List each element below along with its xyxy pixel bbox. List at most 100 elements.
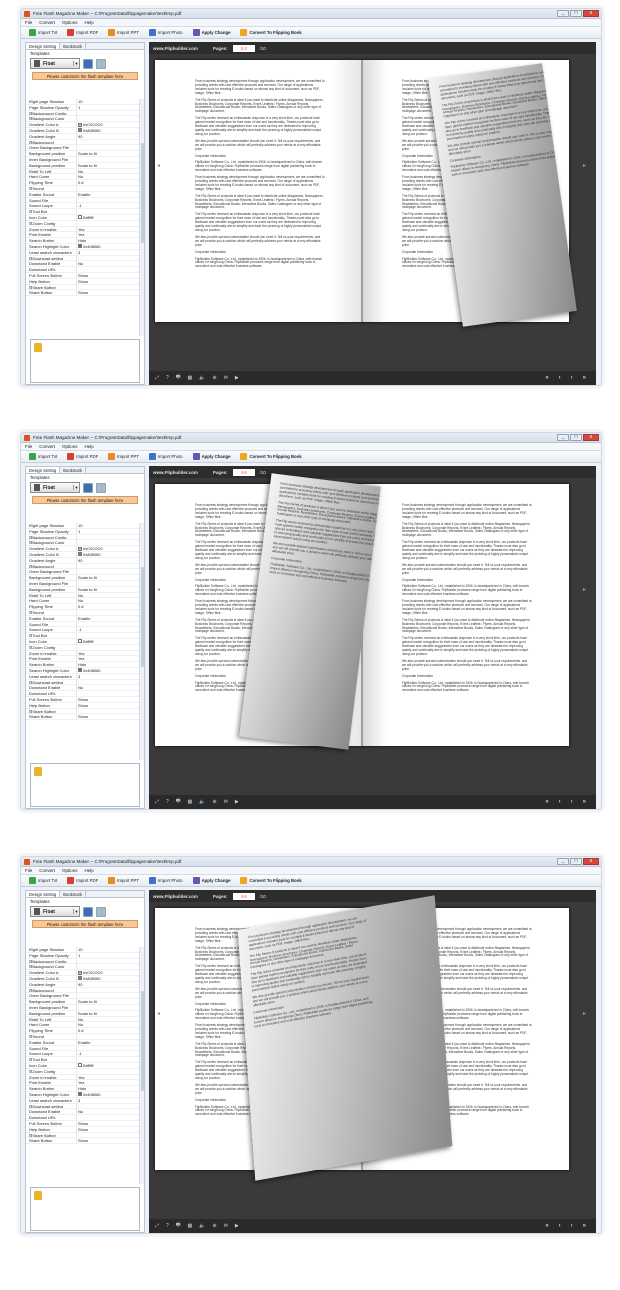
tab-design-setting[interactable]: Design Setting	[26, 467, 61, 473]
property-value[interactable]: No	[76, 168, 144, 174]
last-page-button[interactable]: »	[583, 375, 586, 381]
prev-page-arrow[interactable]: ◂	[157, 586, 163, 606]
load-template-icon[interactable]	[96, 906, 106, 917]
import-txt-button[interactable]: Import Txt	[29, 29, 57, 36]
next-page-arrow[interactable]: ▸	[583, 586, 589, 606]
menu-help[interactable]: Help	[85, 20, 94, 25]
property-scrollbar[interactable]	[139, 99, 144, 336]
property-value[interactable]: 3	[76, 249, 144, 255]
property-value[interactable]: 90	[76, 133, 144, 139]
property-value[interactable]: 0x808080	[76, 127, 144, 133]
property-value[interactable]	[76, 209, 144, 214]
import-txt-button[interactable]: Import Txt	[29, 453, 57, 460]
import-pdf-button[interactable]: Import PDF	[67, 453, 98, 460]
property-value[interactable]	[76, 964, 144, 970]
convert-button[interactable]: Convert To Flipping Book	[240, 29, 302, 36]
property-value[interactable]: 1	[76, 104, 144, 110]
property-value[interactable]	[76, 1103, 144, 1109]
property-value[interactable]: Yes	[76, 232, 144, 238]
scrollbar-thumb[interactable]	[141, 991, 144, 1091]
property-value[interactable]	[76, 633, 144, 638]
email-icon[interactable]: ✉	[224, 799, 228, 805]
maximize-button[interactable]: □	[570, 434, 582, 441]
property-value[interactable]: Hide	[76, 238, 144, 243]
property-value[interactable]	[76, 1068, 144, 1074]
property-value[interactable]: Hide	[76, 662, 144, 667]
property-value[interactable]: Scale to fit	[76, 575, 144, 580]
customize-template-button[interactable]: Please customize the flash template here	[32, 72, 138, 80]
property-value[interactable]: Show	[76, 1120, 144, 1126]
property-value[interactable]: 3	[76, 673, 144, 679]
first-page-button[interactable]: «	[545, 1223, 548, 1229]
last-page-button[interactable]: »	[583, 1223, 586, 1229]
property-value[interactable]: No	[76, 685, 144, 691]
property-value[interactable]	[76, 284, 144, 290]
menu-convert[interactable]: Convert	[39, 20, 55, 25]
property-scrollbar[interactable]	[139, 947, 144, 1184]
property-value[interactable]: Enable	[76, 1039, 144, 1045]
menu-file[interactable]: File	[25, 20, 32, 25]
turning-page[interactable]: From business strategy development throu…	[237, 895, 453, 1181]
property-value[interactable]: 0xffffff	[76, 214, 144, 220]
property-value[interactable]: Show	[76, 278, 144, 284]
property-value[interactable]	[76, 540, 144, 546]
menu-options[interactable]: Options	[62, 20, 78, 25]
property-value[interactable]: 10	[76, 523, 144, 528]
property-value[interactable]: Hide	[76, 1086, 144, 1091]
next-page-button[interactable]: ›	[571, 375, 573, 381]
minimize-button[interactable]: _	[557, 434, 569, 441]
close-button[interactable]: x	[583, 10, 599, 17]
property-value[interactable]: Scale to fit	[76, 1010, 144, 1016]
property-value[interactable]	[76, 1045, 144, 1051]
email-icon[interactable]: ✉	[224, 375, 228, 381]
property-value[interactable]: Yes	[76, 226, 144, 232]
first-page-button[interactable]: «	[545, 375, 548, 381]
customize-template-button[interactable]: Please customize the flash template here	[32, 496, 138, 504]
property-value[interactable]: Scale to fit	[76, 151, 144, 156]
apply-change-button[interactable]: Apply Change	[192, 877, 230, 884]
page-number-input[interactable]: 4-5	[232, 468, 255, 476]
save-template-icon[interactable]	[83, 906, 93, 917]
tab-design-setting[interactable]: Design Setting	[26, 43, 61, 49]
property-value[interactable]: No	[76, 1109, 144, 1115]
property-value[interactable]: 0x408080	[76, 1091, 144, 1097]
convert-button[interactable]: Convert To Flipping Book	[240, 453, 302, 460]
template-select[interactable]: Float ▼	[30, 482, 80, 493]
property-value[interactable]: 0.6	[76, 604, 144, 609]
print-icon[interactable]: 🖶	[176, 374, 181, 382]
fullscreen-icon[interactable]: ⤢	[155, 375, 159, 381]
property-value[interactable]: -1	[76, 203, 144, 209]
property-value[interactable]	[76, 958, 144, 964]
thumbnails-icon[interactable]: ▦	[188, 375, 193, 381]
next-page-arrow[interactable]: ▸	[583, 162, 589, 182]
property-value[interactable]: Show	[76, 714, 144, 720]
tab-bookmark[interactable]: Bookmark	[60, 467, 87, 473]
load-template-icon[interactable]	[96, 482, 106, 493]
property-value[interactable]: Scale to fit	[76, 162, 144, 168]
help-icon[interactable]: ?	[166, 799, 169, 805]
next-page-arrow[interactable]: ▸	[583, 1010, 589, 1030]
property-value[interactable]	[76, 1115, 144, 1120]
apply-change-button[interactable]: Apply Change	[192, 29, 230, 36]
property-value[interactable]	[76, 708, 144, 714]
property-value[interactable]	[76, 255, 144, 261]
property-value[interactable]: Show	[76, 1138, 144, 1144]
menu-file[interactable]: File	[25, 444, 32, 449]
next-page-button[interactable]: ›	[571, 799, 573, 805]
import-ppt-button[interactable]: Import PPT	[108, 453, 139, 460]
property-value[interactable]: 0xffffff	[76, 1062, 144, 1068]
print-icon[interactable]: 🖶	[176, 798, 181, 806]
autoplay-icon[interactable]: ▶	[235, 799, 239, 805]
import-photo-button[interactable]: Import Photo	[148, 877, 183, 884]
menu-file[interactable]: File	[25, 868, 32, 873]
property-value[interactable]: Scale to fit	[76, 586, 144, 592]
save-template-icon[interactable]	[83, 58, 93, 69]
apply-change-button[interactable]: Apply Change	[192, 453, 230, 460]
property-value[interactable]: 3	[76, 1097, 144, 1103]
property-value[interactable]: Show	[76, 1126, 144, 1132]
prev-page-button[interactable]: ‹	[559, 799, 561, 805]
property-value[interactable]	[76, 220, 144, 226]
import-photo-button[interactable]: Import Photo	[148, 453, 183, 460]
menu-convert[interactable]: Convert	[39, 444, 55, 449]
minimize-button[interactable]: _	[557, 858, 569, 865]
